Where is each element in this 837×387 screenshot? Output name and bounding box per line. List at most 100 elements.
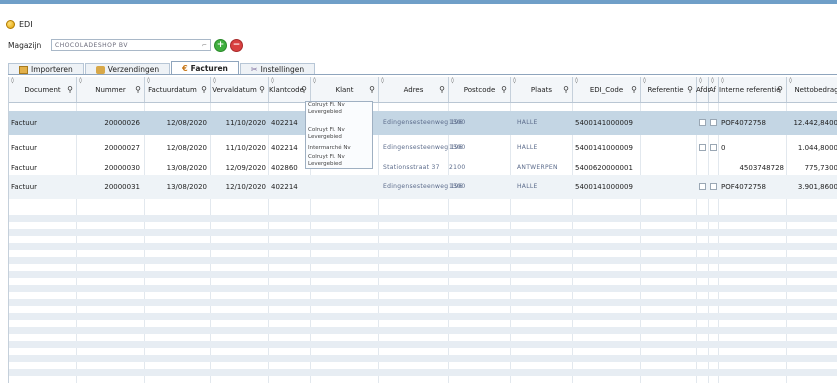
klant-line: Colruyt Fi. Nv Levergebied	[308, 154, 345, 167]
cell-plaats: ANTWERPEN	[517, 164, 558, 171]
col-header-plaats[interactable]: ◊ Plaats ⚲	[511, 77, 573, 102]
title-bar: EDI	[6, 18, 33, 30]
col-header-document[interactable]: ◊ Document ⚲	[9, 77, 77, 102]
sort-icon[interactable]: ◊	[451, 77, 454, 84]
filter-icon[interactable]: ⚲	[201, 85, 207, 94]
col-header-factuurdatum[interactable]: ◊ Factuurdatum ⚲	[145, 77, 211, 102]
cell-edi-code: 5400141000009	[575, 144, 633, 152]
cell-nettobedrag: 775,7300	[804, 164, 837, 172]
col-header-klant[interactable]: ◊ Klant ⚲	[311, 77, 379, 102]
cell-nummer: 20000026	[104, 119, 140, 127]
col-header-edi-code[interactable]: ◊ EDI_Code ⚲	[573, 77, 641, 102]
table-row[interactable]: Factuur 20000030 13/08/2020 12/09/2020 4…	[9, 161, 837, 175]
sort-icon[interactable]: ◊	[79, 77, 82, 84]
sort-icon[interactable]: ◊	[313, 77, 316, 84]
filter-icon[interactable]: ⚲	[631, 85, 637, 94]
sort-icon[interactable]: ◊	[11, 77, 14, 84]
sort-icon[interactable]: ◊	[711, 77, 714, 84]
filter-icon[interactable]: ⚲	[67, 85, 73, 94]
cell-plaats: HALLE	[517, 183, 538, 190]
filter-icon[interactable]: ⚲	[687, 85, 693, 94]
filter-icon[interactable]: ⚲	[563, 85, 569, 94]
filter-icon[interactable]: ⚲	[259, 85, 265, 94]
col-header-klantcode[interactable]: ◊ Klantcode ⚲	[269, 77, 311, 102]
col-header-adres[interactable]: ◊ Adres ⚲	[379, 77, 449, 102]
col-header-interne-referentie[interactable]: ◊ Interne referentie ⚲	[719, 77, 787, 102]
sort-icon[interactable]: ◊	[271, 77, 274, 84]
app-logo-icon	[6, 19, 15, 29]
tab-bar: Importeren Verzendingen € Facturen ✂ Ins…	[8, 61, 316, 75]
sort-icon[interactable]: ◊	[721, 77, 724, 84]
empty-row	[9, 369, 837, 376]
cell-interne-referentie: 0	[721, 144, 726, 152]
table-row[interactable]: Factuur 20000031 13/08/2020 12/10/2020 4…	[9, 175, 837, 199]
af-checkbox[interactable]	[710, 119, 717, 126]
cell-plaats: HALLE	[517, 119, 538, 126]
empty-row	[9, 327, 837, 334]
empty-row	[9, 299, 837, 306]
tab-facturen[interactable]: € Facturen	[171, 61, 239, 75]
af-checkbox[interactable]	[710, 183, 717, 190]
filter-icon[interactable]: ⚲	[301, 85, 307, 94]
euro-icon: €	[182, 64, 188, 73]
col-header-vervaldatum[interactable]: ◊ Vervaldatum ⚲	[211, 77, 269, 102]
col-header-nummer[interactable]: ◊ Nummer ⚲	[77, 77, 145, 102]
col-header-referentie[interactable]: ◊ Referentie ⚲	[641, 77, 697, 102]
cell-vervaldatum: 11/10/2020	[225, 144, 266, 152]
afdr-checkbox[interactable]	[699, 183, 706, 190]
edi-window: EDI Magazijn CHOCOLADESHOP BV ⌐ + − Impo…	[0, 4, 837, 387]
table-row[interactable]: Factuur 20000027 12/08/2020 11/10/2020 4…	[9, 137, 837, 159]
afdr-checkbox[interactable]	[699, 144, 706, 151]
table-row[interactable]: Factuur 20000026 12/08/2020 11/10/2020 4…	[9, 111, 837, 135]
empty-row	[9, 229, 837, 236]
sort-icon[interactable]: ◊	[699, 77, 702, 84]
cell-adres: Stationsstraat 37	[383, 164, 440, 171]
filter-icon[interactable]: ⚲	[369, 85, 375, 94]
magazijn-row: Magazijn CHOCOLADESHOP BV ⌐ + −	[8, 38, 243, 52]
cell-factuurdatum: 13/08/2020	[166, 164, 207, 172]
empty-row	[9, 215, 837, 222]
sort-icon[interactable]: ◊	[213, 77, 216, 84]
col-header-af[interactable]: ◊ Af	[709, 77, 719, 102]
filter-icon[interactable]: ⚲	[439, 85, 445, 94]
col-header-postcode[interactable]: ◊ Postcode ⚲	[449, 77, 511, 102]
sort-icon[interactable]: ◊	[575, 77, 578, 84]
empty-row	[9, 355, 837, 362]
cell-nummer: 20000027	[104, 144, 140, 152]
afdr-checkbox[interactable]	[699, 119, 706, 126]
dropdown-icon[interactable]: ⌐	[202, 41, 207, 50]
filter-icon[interactable]: ⚲	[501, 85, 507, 94]
tab-label: Facturen	[190, 64, 228, 73]
sort-icon[interactable]: ◊	[147, 77, 150, 84]
cell-interne-referentie: 4503748728	[739, 164, 784, 172]
cell-klantcode: 402214	[271, 183, 298, 191]
sort-icon[interactable]: ◊	[789, 77, 792, 84]
klant-line: Colruyt Fi. Nv Levergebied	[308, 127, 345, 140]
tab-label: Instellingen	[260, 65, 305, 74]
filter-icon[interactable]: ⚲	[777, 85, 783, 94]
col-header-nettobedrag[interactable]: ◊ Nettobedrag	[787, 77, 837, 102]
cell-interne-referentie: POF4072758	[721, 183, 766, 191]
col-header-afdr[interactable]: ◊ Afdr	[696, 77, 710, 102]
add-magazijn-button[interactable]: +	[214, 38, 227, 52]
cell-postcode: 2100	[449, 164, 466, 171]
sort-icon[interactable]: ◊	[513, 77, 516, 84]
af-checkbox[interactable]	[710, 144, 717, 151]
empty-row	[9, 313, 837, 320]
empty-row	[9, 285, 837, 292]
cell-edi-code: 5400620000001	[575, 164, 633, 172]
magazijn-select[interactable]: CHOCOLADESHOP BV ⌐	[51, 39, 211, 51]
cell-vervaldatum: 12/09/2020	[225, 164, 266, 172]
grid-header: ◊ Document ⚲ ◊ Nummer ⚲ ◊ Factuurdatum ⚲…	[9, 77, 837, 103]
klant-line: Colruyt Fi. Nv Levergebied	[308, 102, 345, 115]
facturen-grid: ◊ Document ⚲ ◊ Nummer ⚲ ◊ Factuurdatum ⚲…	[8, 77, 837, 383]
filter-icon[interactable]: ⚲	[135, 85, 141, 94]
cell-factuurdatum: 12/08/2020	[166, 144, 207, 152]
empty-row	[9, 243, 837, 250]
sort-icon[interactable]: ◊	[381, 77, 384, 84]
cell-document: Factuur	[11, 119, 38, 127]
remove-magazijn-button[interactable]: −	[230, 38, 243, 52]
empty-row	[9, 271, 837, 278]
cell-nummer: 20000031	[104, 183, 140, 191]
sort-icon[interactable]: ◊	[643, 77, 646, 84]
